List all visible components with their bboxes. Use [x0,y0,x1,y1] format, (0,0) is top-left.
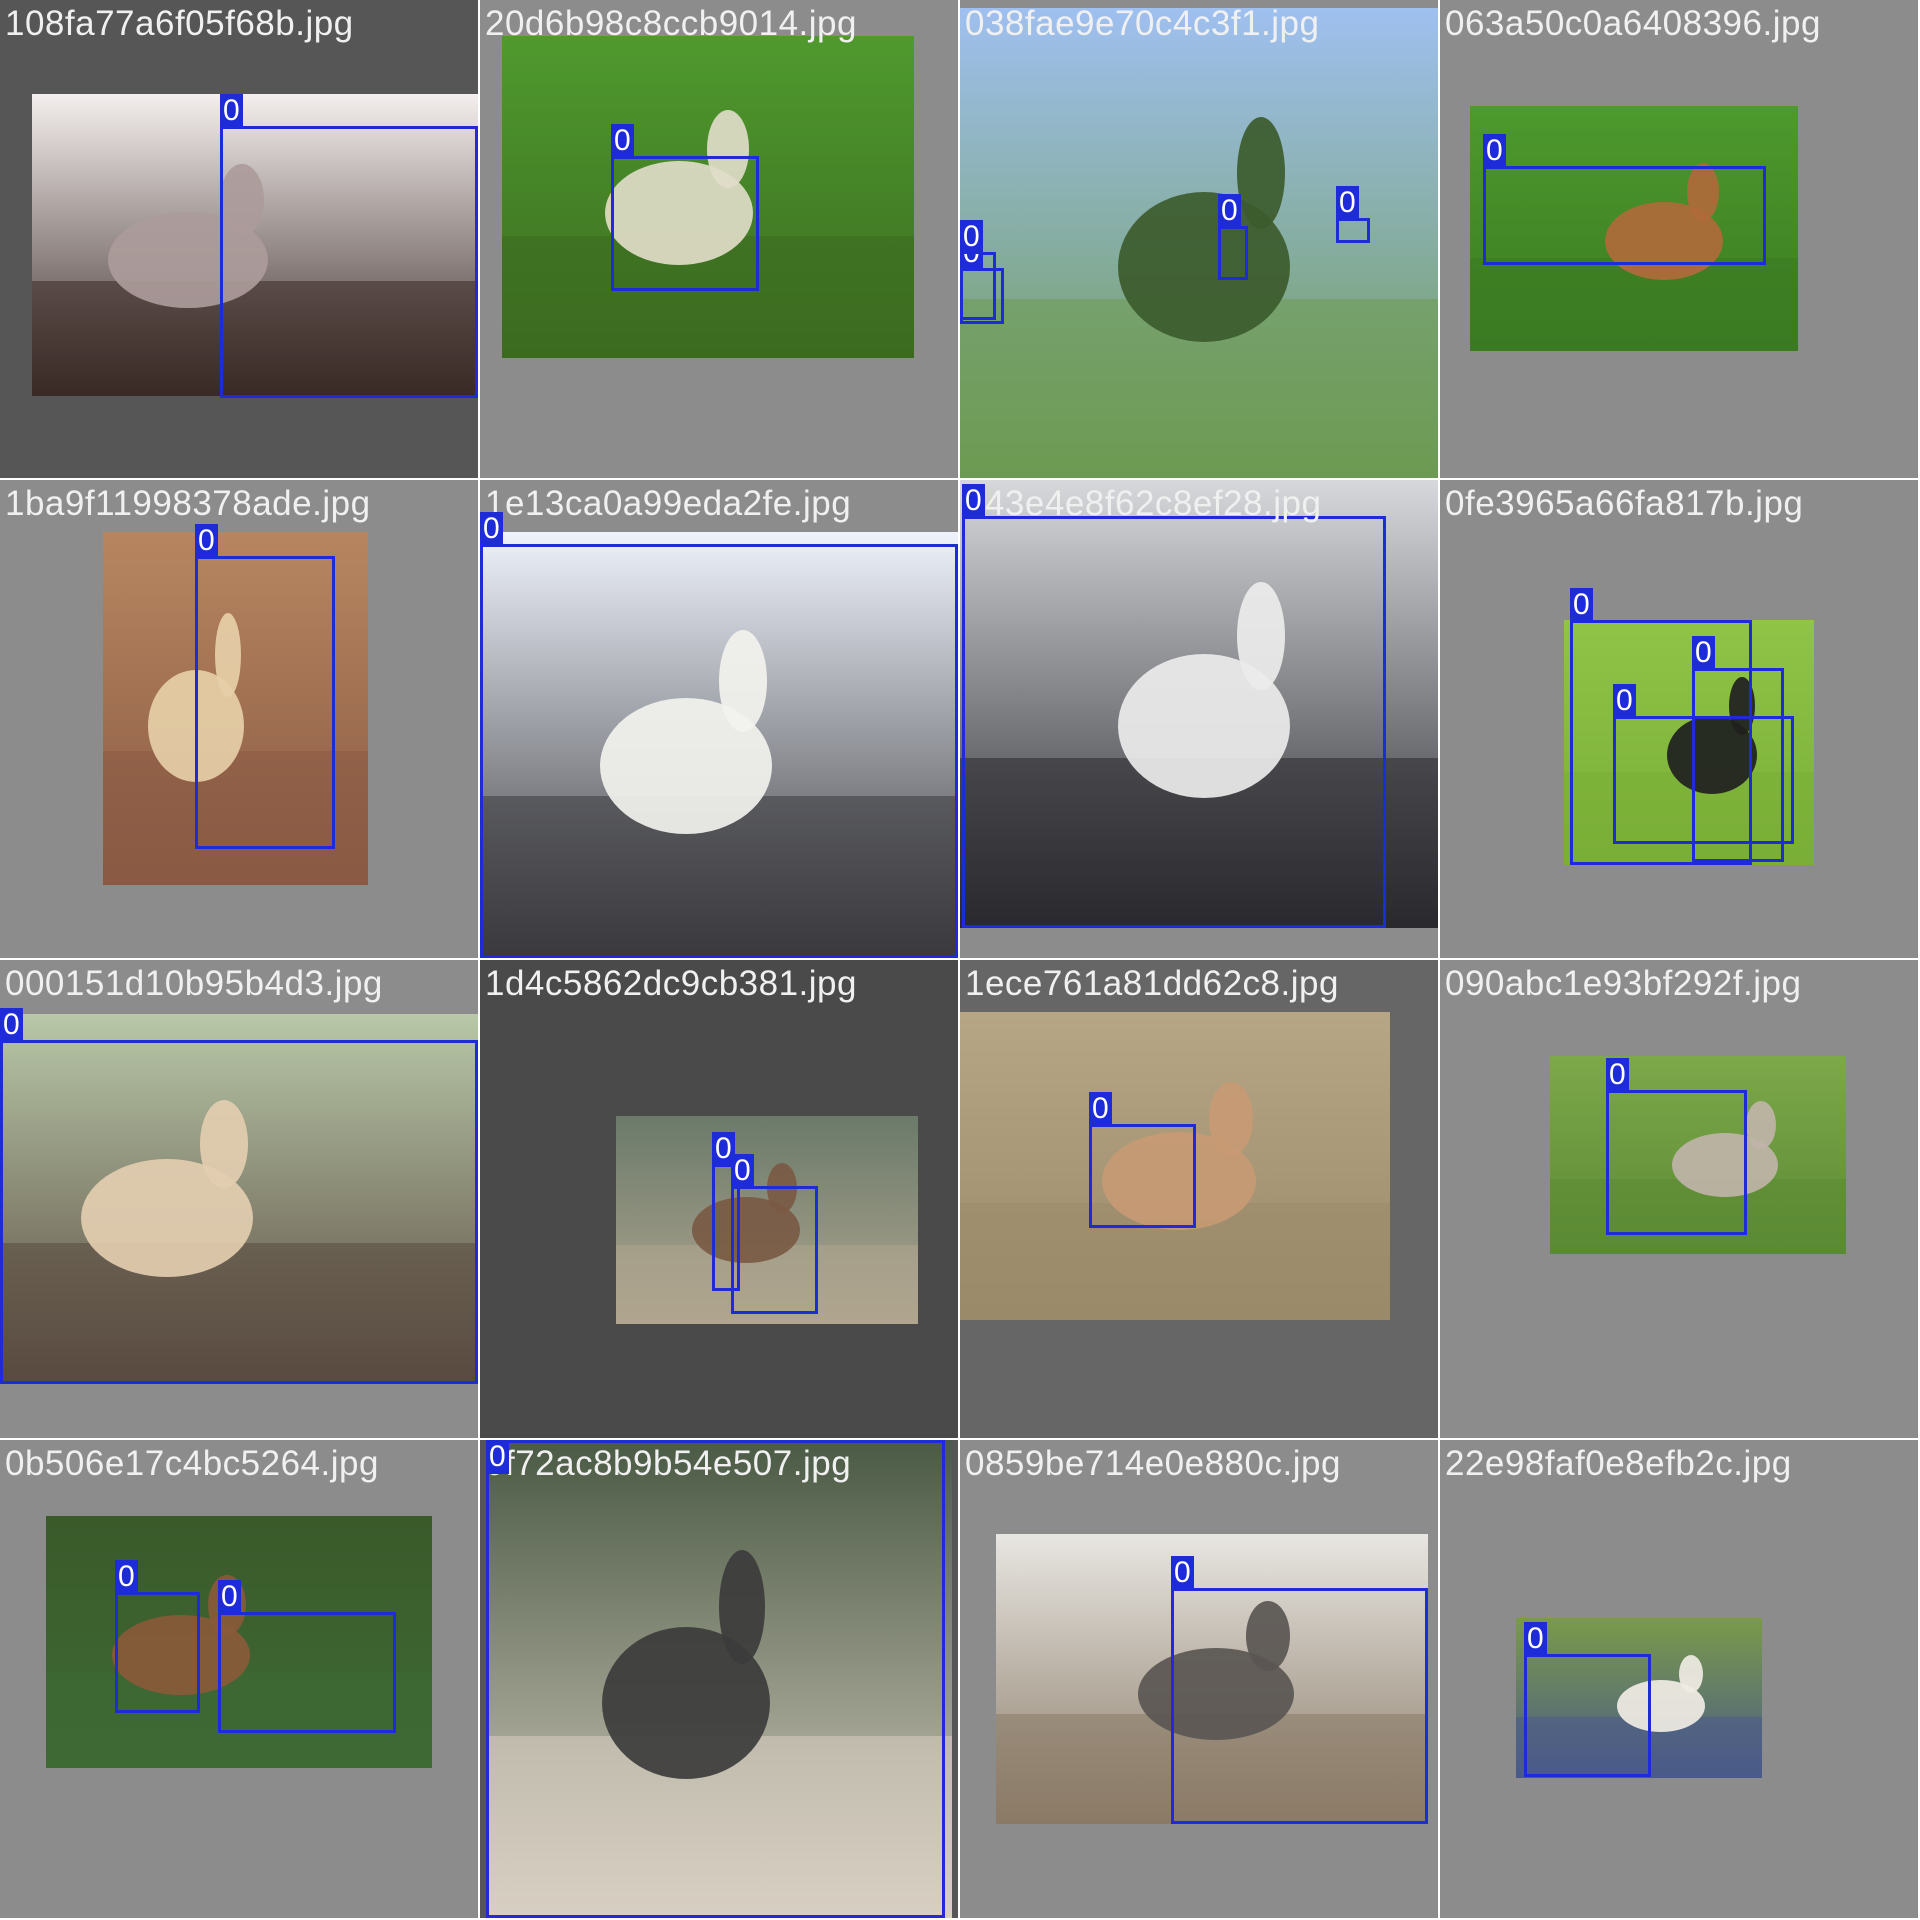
photo-thumbnail [960,8,1438,478]
class-label: 0 [0,1008,23,1042]
class-label: 0 [480,512,503,546]
tile-filename: 0f72ac8b9b54e507.jpg [485,1444,852,1483]
tile-filename: 1ece761a81dd62c8.jpg [965,964,1339,1003]
tile-filename: 043e4e8f62c8ef28.jpg [965,484,1322,523]
mosaic-tile: 0b506e17c4bc5264.jpg 0 0 [0,1440,478,1918]
class-label: 0 [960,220,983,254]
mosaic-tile: 20d6b98c8ccb9014.jpg 0 [480,0,958,478]
bounding-box [220,126,478,398]
bounding-box [1613,716,1794,844]
mosaic-tile: 1d4c5862dc9cb381.jpg 0 0 [480,960,958,1438]
mosaic-tile: 043e4e8f62c8ef28.jpg 0 [960,480,1438,958]
bounding-box [218,1612,396,1733]
tile-filename: 000151d10b95b4d3.jpg [5,964,383,1003]
bounding-box [0,1040,478,1384]
bounding-box [480,544,958,958]
class-label: 0 [1218,194,1241,228]
class-label: 0 [1613,684,1636,718]
class-label: 0 [1524,1622,1547,1656]
scene-graphic [960,8,1438,478]
bounding-box [1218,226,1248,280]
mosaic-tile: 108fa77a6f05f68b.jpg 0 [0,0,478,478]
tile-filename: 108fa77a6f05f68b.jpg [5,4,354,43]
class-label: 0 [1692,636,1715,670]
class-label: 0 [1606,1058,1629,1092]
tile-filename: 0859be714e0e880c.jpg [965,1444,1341,1483]
class-label: 0 [1483,134,1506,168]
mosaic-tile: 22e98faf0e8efb2c.jpg 0 [1440,1440,1918,1918]
mosaic-tile: 090abc1e93bf292f.jpg 0 [1440,960,1918,1438]
tile-filename: 090abc1e93bf292f.jpg [1445,964,1802,1003]
class-label: 0 [962,484,985,518]
class-label: 0 [486,1440,509,1474]
bounding-box [486,1440,945,1918]
bounding-box [1483,166,1766,265]
bounding-box [1606,1090,1747,1235]
tile-filename: 1e13ca0a99eda2fe.jpg [485,484,852,523]
bounding-box [115,1592,200,1713]
bounding-box [1524,1654,1651,1777]
mosaic-tile: 1e13ca0a99eda2fe.jpg 0 [480,480,958,958]
mosaic-tile: 038fae9e70c4c3f1.jpg0000 [960,0,1438,478]
tile-filename: 0fe3965a66fa817b.jpg [1445,484,1804,523]
bounding-box [1089,1124,1196,1228]
bounding-box [195,556,335,849]
class-label: 0 [195,524,218,558]
mosaic-tile: 000151d10b95b4d3.jpg 0 [0,960,478,1438]
tile-filename: 1ba9f11998378ade.jpg [5,484,371,523]
tile-filename: 22e98faf0e8efb2c.jpg [1445,1444,1792,1483]
mosaic-tile: 1ba9f11998378ade.jpg 0 [0,480,478,958]
mosaic-tile: 063a50c0a6408396.jpg 0 [1440,0,1918,478]
class-label: 0 [731,1154,754,1188]
tile-filename: 038fae9e70c4c3f1.jpg [965,4,1320,43]
mosaic-tile: 1ece761a81dd62c8.jpg 0 [960,960,1438,1438]
bounding-box [611,156,759,291]
tile-filename: 20d6b98c8ccb9014.jpg [485,4,857,43]
class-label: 0 [1570,588,1593,622]
mosaic-grid: 108fa77a6f05f68b.jpg 0 20d6b98c8ccb9014.j… [0,0,1920,1920]
class-label: 0 [1336,186,1359,220]
class-label: 0 [220,94,243,128]
mosaic-tile: 0f72ac8b9b54e507.jpg 0 [480,1440,958,1918]
mosaic-tile: 0fe3965a66fa817b.jpg 0 0 0 [1440,480,1918,958]
class-label: 0 [1171,1556,1194,1590]
tile-filename: 063a50c0a6408396.jpg [1445,4,1821,43]
bounding-box [962,516,1386,928]
bounding-box [1336,218,1370,243]
bounding-box [731,1186,818,1314]
bounding-box [1171,1588,1428,1824]
class-label: 0 [218,1580,241,1614]
class-label: 0 [115,1560,138,1594]
class-label: 0 [1089,1092,1112,1126]
tile-filename: 1d4c5862dc9cb381.jpg [485,964,857,1003]
class-label: 0 [611,124,634,158]
mosaic-tile: 0859be714e0e880c.jpg 0 [960,1440,1438,1918]
tile-filename: 0b506e17c4bc5264.jpg [5,1444,379,1483]
